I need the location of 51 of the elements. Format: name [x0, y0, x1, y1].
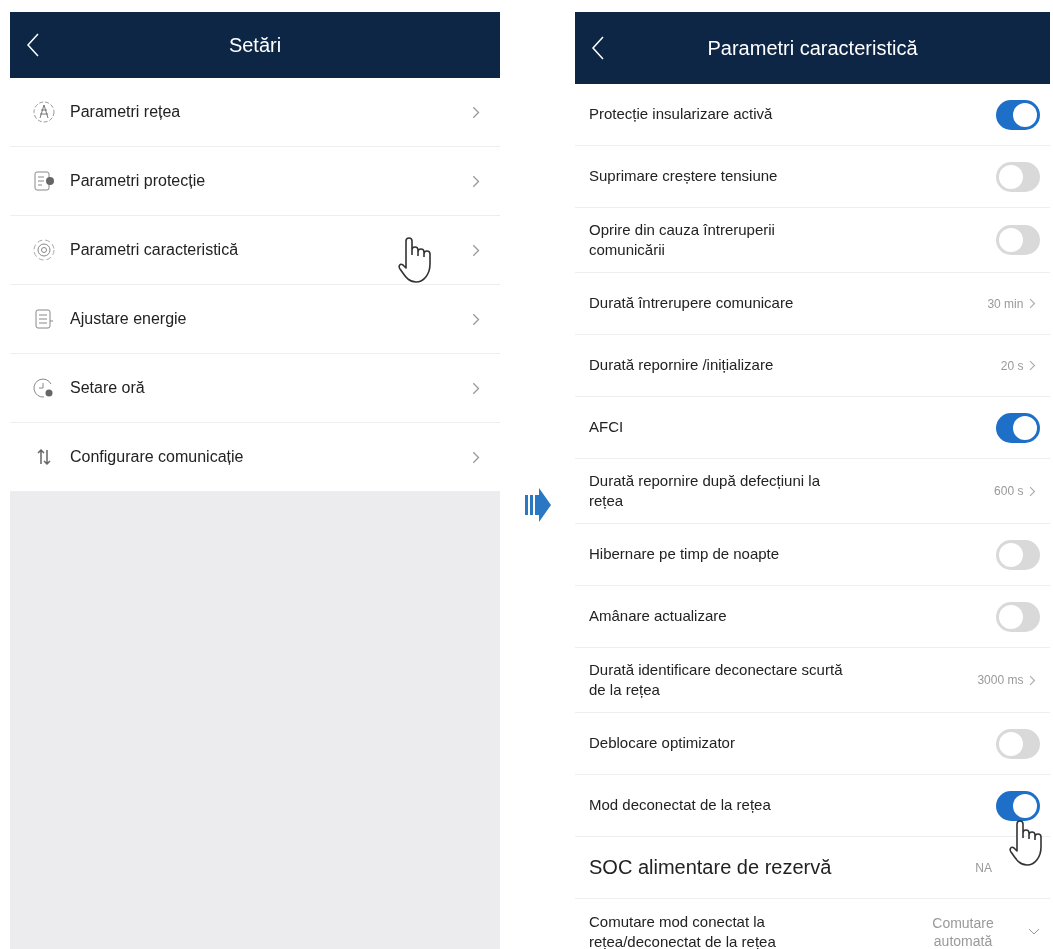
chevron-right-icon: [1029, 360, 1036, 371]
right-arrow-icon: [524, 487, 551, 522]
setting-label: Mod deconectat de la rețea: [589, 795, 772, 816]
chevron-right-icon: [1029, 674, 1036, 686]
setting-value: NA: [975, 860, 992, 875]
hand-pointer-icon: [1006, 819, 1044, 869]
toggle-switch[interactable]: [996, 161, 1040, 192]
setting-label: AFCI: [589, 417, 625, 438]
menu-label: Parametri protecție: [70, 172, 207, 190]
setting-label: Deblocare optimizator: [589, 733, 736, 754]
chevron-right-icon: [472, 450, 480, 464]
setting-label: Durată repornire după defecțiuni la rețea: [589, 470, 821, 511]
setting-label: Oprire din cauza întreruperii comunicării: [589, 219, 776, 260]
chevron-right-icon: [472, 174, 480, 188]
menu-item[interactable]: Ajustare energie: [10, 285, 500, 354]
hand-pointer-icon: [395, 236, 433, 286]
toggle-switch[interactable]: [996, 539, 1040, 570]
toggle-switch[interactable]: [996, 790, 1040, 821]
toggle-switch[interactable]: [996, 225, 1040, 255]
chevron-right-icon: [1029, 485, 1036, 497]
menu-label: Ajustare energie: [70, 310, 188, 328]
menu-label: Setare oră: [70, 379, 146, 397]
setting-label: Amânare actualizare: [589, 606, 728, 627]
list-icon: [32, 307, 56, 331]
toggle-switch[interactable]: [996, 601, 1040, 632]
menu-label: Parametri caracteristică: [70, 241, 240, 259]
setting-label: Hibernare pe timp de noapte: [589, 544, 781, 565]
toggle-switch[interactable]: [996, 728, 1040, 759]
target-icon: [32, 238, 56, 262]
chevron-right-icon: [472, 105, 480, 119]
setting-label: Durată repornire /inițializare: [589, 355, 775, 376]
menu-item[interactable]: Setare oră: [10, 354, 500, 423]
toggle-switch[interactable]: [996, 412, 1040, 443]
menu-item[interactable]: Parametri caracteristică: [10, 216, 500, 285]
chevron-down-icon: [1028, 928, 1040, 936]
menu-label: Configurare comunicație: [70, 448, 245, 466]
setting-label: Protecție insularizare activă: [589, 104, 774, 125]
screen-title: Parametri caracteristică: [707, 36, 918, 60]
menu-label: Parametri rețea: [70, 103, 182, 121]
setting-label: Durată întrerupere comunicare: [589, 293, 795, 314]
screen-title: Setări: [228, 33, 282, 57]
chevron-right-icon: [472, 312, 480, 326]
menu-item[interactable]: Parametri protecție: [10, 147, 500, 216]
chevron-right-icon: [472, 381, 480, 395]
setting-label: Durată identificare deconectare scurtă de la rețea: [589, 659, 844, 700]
chevron-right-icon: [1029, 298, 1036, 309]
setting-label: Suprimare creștere tensiune: [589, 166, 779, 187]
setting-label: SOC alimentare de rezervă: [589, 855, 833, 880]
toggle-switch[interactable]: [996, 99, 1040, 130]
menu-item[interactable]: Parametri rețea: [10, 78, 500, 147]
chevron-right-icon: [472, 243, 480, 257]
